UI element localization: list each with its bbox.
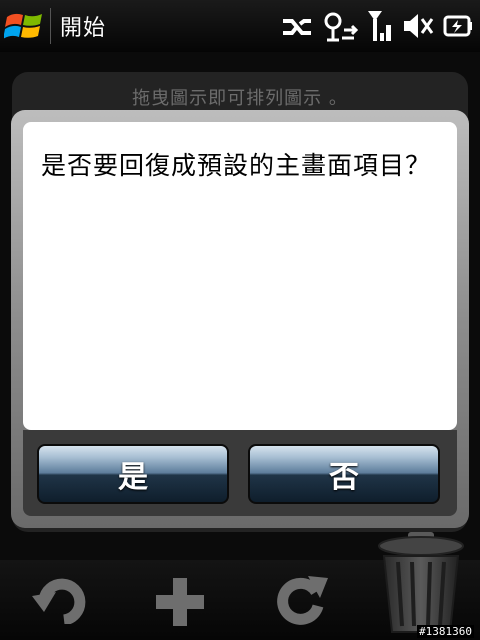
dialog-footer: 是 否 — [23, 430, 457, 516]
connectivity-icon — [324, 12, 358, 42]
confirm-dialog: 是否要回復成預設的主畫面項目？ 是 否 — [11, 110, 469, 528]
page-title: 開始 — [60, 16, 107, 41]
undo-icon[interactable] — [30, 572, 90, 624]
windows-logo-icon — [4, 13, 42, 39]
yes-button[interactable]: 是 — [37, 444, 229, 504]
start-button[interactable] — [4, 6, 46, 46]
add-icon[interactable] — [154, 576, 206, 628]
refresh-icon[interactable] — [272, 572, 332, 628]
volume-muted-icon — [404, 14, 434, 38]
dialog-body: 是否要回復成預設的主畫面項目？ — [23, 122, 457, 430]
drag-hint: 拖曳圖示即可排列圖示 。 — [132, 88, 348, 109]
watermark: #1381360 — [417, 625, 474, 638]
dialog-message: 是否要回復成預設的主畫面項目？ — [41, 151, 432, 180]
title-separator — [50, 8, 51, 44]
battery-charging-icon — [443, 15, 472, 37]
sync-icon — [283, 19, 311, 35]
signal-icon — [368, 11, 391, 41]
trash-icon[interactable] — [376, 530, 466, 636]
status-bar: 開始 — [0, 0, 480, 52]
status-icons[interactable] — [280, 8, 474, 44]
no-button[interactable]: 否 — [248, 444, 440, 504]
